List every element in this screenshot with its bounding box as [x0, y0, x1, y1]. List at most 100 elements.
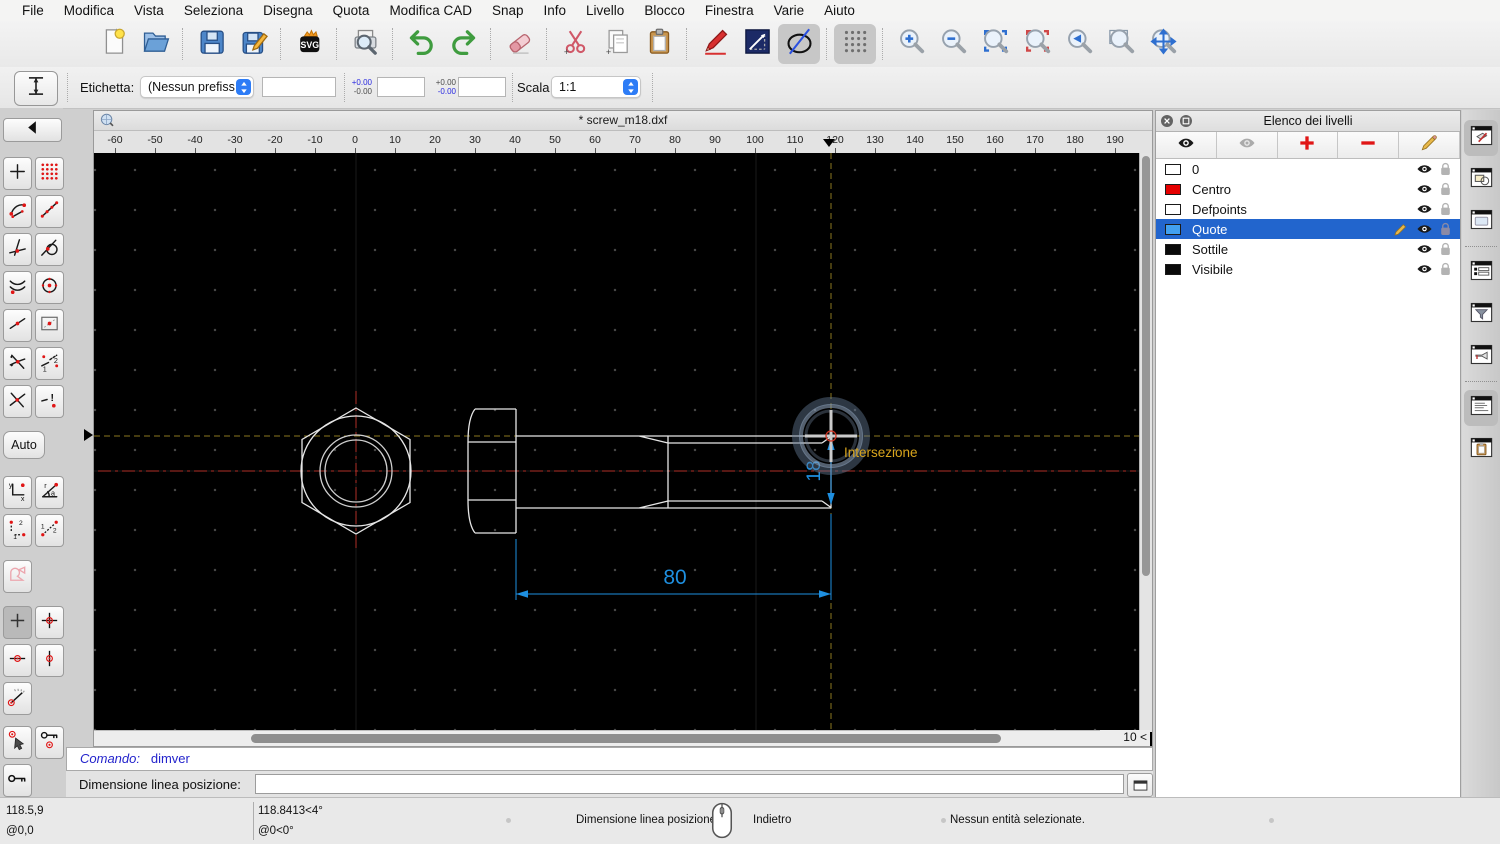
relative-zero-key-button[interactable]: [3, 764, 32, 797]
show-all-layers-button[interactable]: [1156, 132, 1217, 158]
open-folder-button[interactable]: [134, 24, 176, 64]
selection-restrict-button[interactable]: [3, 560, 32, 593]
snap-intersect-manual-button[interactable]: 12: [35, 347, 64, 380]
layer-visibility-eye-icon[interactable]: [1416, 203, 1433, 216]
layer-lock-icon[interactable]: [1440, 202, 1451, 216]
zoom-in-button[interactable]: [890, 24, 932, 64]
snap-distance-button[interactable]: [3, 271, 32, 304]
rel-polar-button[interactable]: 12: [35, 514, 64, 547]
snap-on-entity-button[interactable]: [35, 195, 64, 228]
remove-layer-button[interactable]: [1338, 132, 1400, 158]
save-as-button[interactable]: [232, 24, 274, 64]
line-tool-button[interactable]: [736, 24, 778, 64]
tolerance-upper-input[interactable]: [377, 77, 425, 97]
horizontal-scrollbar-thumb[interactable]: [251, 734, 1001, 743]
menu-file[interactable]: File: [12, 3, 54, 18]
layer-visibility-eye-icon[interactable]: [1416, 243, 1433, 256]
new-file-button[interactable]: [92, 24, 134, 64]
vertical-scrollbar-thumb[interactable]: [1142, 156, 1150, 576]
snap-middle-button[interactable]: [3, 309, 32, 342]
coord-polar-button[interactable]: ra: [35, 476, 64, 509]
snap-free-button[interactable]: [3, 157, 32, 190]
snap-intersect-arrows-button[interactable]: [3, 347, 32, 380]
snap-endpoints-button[interactable]: [3, 195, 32, 228]
view-panel-button[interactable]: [1464, 339, 1498, 375]
detach-icon[interactable]: [1180, 115, 1192, 127]
dimension-vertical-tool-button[interactable]: [14, 71, 58, 106]
cut-button[interactable]: +: [554, 24, 596, 64]
edit-pencil-icon[interactable]: [1393, 222, 1408, 237]
snap-perpendicular-button[interactable]: [3, 233, 32, 266]
arrow-back-button[interactable]: [3, 118, 62, 142]
layer-lock-icon[interactable]: [1440, 182, 1451, 196]
menu-blocco[interactable]: Blocco: [634, 3, 695, 18]
drawing-window-titlebar[interactable]: * screw_m18.dxf: [94, 111, 1152, 131]
vertical-scrollbar[interactable]: [1139, 153, 1152, 732]
layer-visibility-eye-icon[interactable]: [1416, 263, 1433, 276]
layer-row-defpoints[interactable]: Defpoints: [1156, 199, 1460, 219]
copy-button[interactable]: +: [596, 24, 638, 64]
layer-row-quote[interactable]: Quote: [1156, 219, 1460, 239]
layer-visibility-eye-icon[interactable]: [1416, 163, 1433, 176]
menu-aiuto[interactable]: Aiuto: [814, 3, 865, 18]
ellipse-tool-button[interactable]: [778, 24, 820, 64]
restrict-none-button[interactable]: [3, 606, 32, 639]
rel-cartesian-button[interactable]: 12: [3, 514, 32, 547]
menu-snap[interactable]: Snap: [482, 3, 534, 18]
block-list-panel-button[interactable]: [1464, 162, 1498, 198]
command-panel-button[interactable]: [1127, 773, 1153, 797]
lock-relative-zero-button[interactable]: [35, 726, 64, 759]
layer-visibility-eye-icon[interactable]: [1416, 183, 1433, 196]
snap-tangent-button[interactable]: [35, 233, 64, 266]
close-icon[interactable]: [1161, 115, 1173, 127]
drawing-canvas[interactable]: 80 18 Intersezione: [94, 153, 1140, 732]
layer-lock-icon[interactable]: [1440, 222, 1451, 236]
coord-cartesian-button[interactable]: yx: [3, 476, 32, 509]
layer-lock-icon[interactable]: [1440, 242, 1451, 256]
zoom-auto-button[interactable]: [974, 24, 1016, 64]
redo-button[interactable]: [442, 24, 484, 64]
add-layer-button[interactable]: [1277, 132, 1339, 158]
selection-filter-panel-button[interactable]: [1464, 297, 1498, 333]
grid-toggle-button[interactable]: [834, 24, 876, 64]
zoom-pan-button[interactable]: [1142, 24, 1184, 64]
clipboard-panel-button[interactable]: [1464, 432, 1498, 468]
property-list-panel-button[interactable]: [1464, 255, 1498, 291]
zoom-back-button[interactable]: [1058, 24, 1100, 64]
svg-export-button[interactable]: SVG: [288, 24, 330, 64]
library-browser-panel-button[interactable]: [1464, 204, 1498, 240]
menu-modifica[interactable]: Modifica: [54, 3, 124, 18]
paste-button[interactable]: [638, 24, 680, 64]
layer-row-sottile[interactable]: Sottile: [1156, 239, 1460, 259]
layer-lock-icon[interactable]: [1440, 162, 1451, 176]
scala-select[interactable]: 1:1: [551, 76, 641, 98]
snap-virtual-button[interactable]: !: [35, 385, 64, 418]
command-input[interactable]: [255, 774, 1124, 794]
restrict-horizontal-button[interactable]: [3, 644, 32, 677]
prefix-select[interactable]: (Nessun prefiss: [140, 76, 254, 98]
menu-disegna[interactable]: Disegna: [253, 3, 323, 18]
layer-row-centro[interactable]: Centro: [1156, 179, 1460, 199]
menu-seleziona[interactable]: Seleziona: [174, 3, 253, 18]
command-history-panel-button[interactable]: [1464, 390, 1498, 426]
snap-center-button[interactable]: [35, 271, 64, 304]
save-button[interactable]: [190, 24, 232, 64]
menu-finestra[interactable]: Finestra: [695, 3, 764, 18]
layer-row-0[interactable]: 0: [1156, 159, 1460, 179]
edit-layer-button[interactable]: [1399, 132, 1460, 158]
layer-visibility-eye-icon[interactable]: [1416, 223, 1433, 236]
snap-intersection-button[interactable]: [3, 385, 32, 418]
menu-quota[interactable]: Quota: [323, 3, 380, 18]
snap-grid-button[interactable]: [35, 157, 64, 190]
restrict-orthogonal-button[interactable]: [35, 606, 64, 639]
layer-lock-icon[interactable]: [1440, 262, 1451, 276]
hide-all-layers-button[interactable]: [1216, 132, 1278, 158]
label-input[interactable]: [262, 77, 336, 97]
menu-livello[interactable]: Livello: [576, 3, 634, 18]
undo-button[interactable]: [400, 24, 442, 64]
tolerance-lower-input[interactable]: [458, 77, 506, 97]
eraser-button[interactable]: [498, 24, 540, 64]
auto-button[interactable]: Auto: [3, 431, 45, 459]
print-preview-button[interactable]: [344, 24, 386, 64]
layer-row-visibile[interactable]: Visibile: [1156, 259, 1460, 279]
